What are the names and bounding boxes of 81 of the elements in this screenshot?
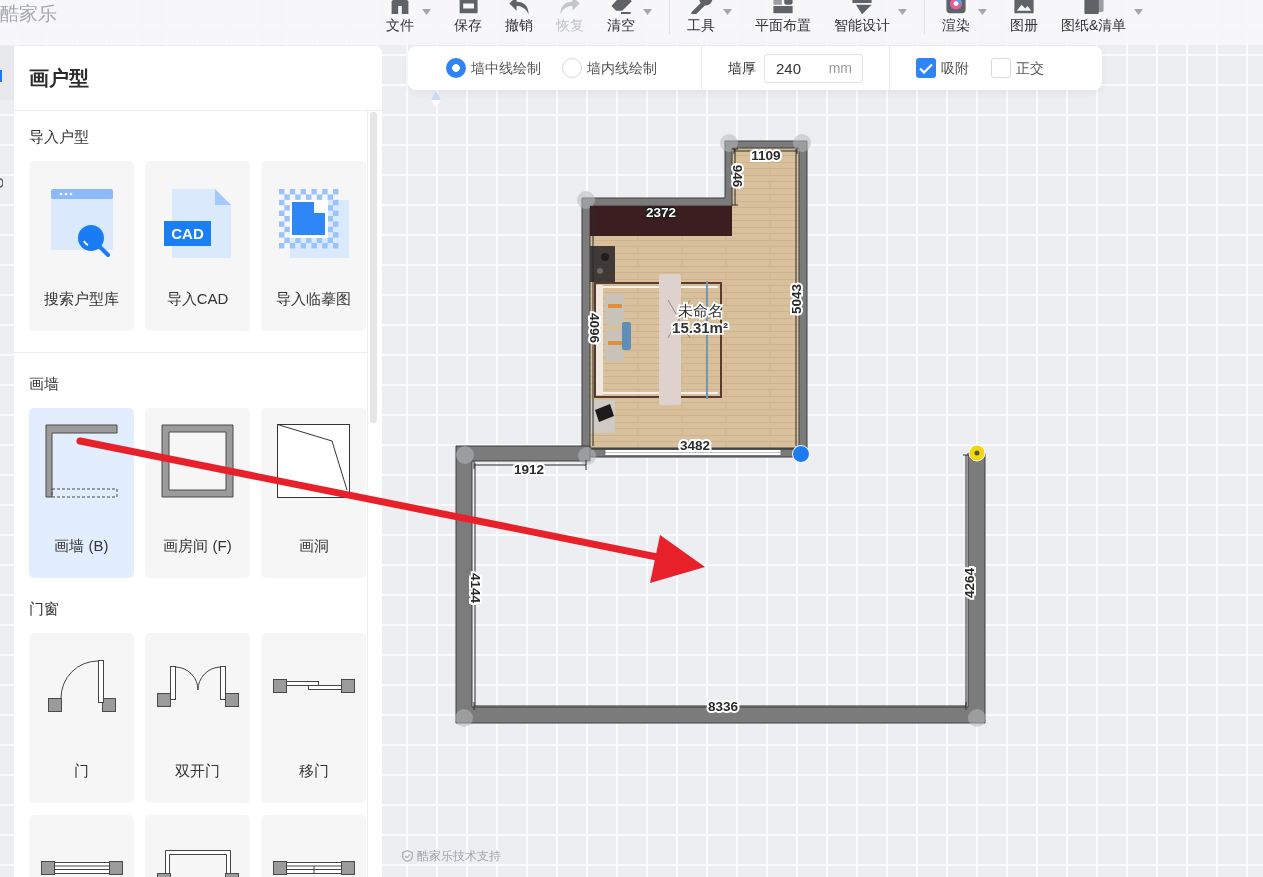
support-text: 酷家乐技术支持 <box>417 848 501 864</box>
eraser-icon <box>609 0 633 14</box>
toolbar-button[interactable]: 撤销 <box>505 0 533 34</box>
corner-handle-icon[interactable] <box>578 447 596 465</box>
document-icon <box>1081 0 1106 14</box>
check-icon <box>919 62 933 74</box>
rail-tab[interactable] <box>0 46 14 100</box>
window-icon <box>40 861 123 875</box>
corner-handle-icon[interactable] <box>456 446 474 464</box>
funnel-icon <box>850 0 874 14</box>
dimension-label: 1109 <box>751 147 781 163</box>
window-frame-icon <box>156 849 239 877</box>
layout-icon <box>771 0 795 14</box>
toolbar-button[interactable]: 保存 <box>454 0 482 34</box>
browser-search-icon <box>50 188 113 258</box>
checkbox-label[interactable]: 吸附 <box>941 58 969 78</box>
radio-button[interactable] <box>446 58 466 78</box>
toolbar-button[interactable]: 工具 <box>687 0 732 34</box>
endpoint-handle-icon[interactable] <box>792 445 810 463</box>
dimension-label: 4096 <box>586 313 602 343</box>
wall-corner-icon <box>45 424 118 498</box>
corner-handle-icon[interactable] <box>455 709 473 727</box>
undo-icon <box>507 0 531 14</box>
tool-card[interactable]: 导入临摹图 <box>261 161 366 331</box>
checkbox[interactable] <box>916 58 936 78</box>
rail-icon[interactable] <box>0 178 3 188</box>
dimension-label: 1912 <box>514 461 544 477</box>
square-frame-icon <box>161 424 234 498</box>
section-title: 导入户型 <box>29 127 90 147</box>
wrench-icon <box>689 0 713 14</box>
panel-title: 画户型 <box>29 66 90 91</box>
tool-card[interactable]: 移门 <box>261 633 366 803</box>
section-title: 画墙 <box>29 374 60 394</box>
dimension-label: 2372 <box>646 204 676 220</box>
radio-label[interactable]: 墙中线绘制 <box>471 58 541 78</box>
toolbar-button[interactable]: 文件 <box>386 0 431 34</box>
wardrobe[interactable] <box>590 206 732 236</box>
corner-handle-icon[interactable] <box>577 191 595 209</box>
tool-card[interactable]: CAD 导入CAD <box>145 161 250 331</box>
dimension-label: 946 <box>729 164 745 188</box>
toolbar-button[interactable]: 图册 <box>1010 0 1038 34</box>
section-title: 门窗 <box>29 599 60 619</box>
chair[interactable] <box>591 400 615 433</box>
logo: 酷家乐 <box>0 4 57 24</box>
checkbox[interactable] <box>991 58 1011 78</box>
redo-icon <box>558 0 582 14</box>
corner-handle-icon[interactable] <box>968 709 986 727</box>
sliding-door-icon <box>272 679 355 693</box>
cad-label: CAD <box>164 220 211 246</box>
checkbox-label[interactable]: 正交 <box>1016 58 1044 78</box>
toolbar-button[interactable]: 图纸&清单 <box>1061 0 1144 34</box>
tool-card[interactable]: 画房间 (F) <box>145 408 250 578</box>
radio-button[interactable] <box>562 58 582 78</box>
tool-card[interactable]: 双开门 <box>145 633 250 803</box>
thickness-field[interactable]: 240 mm <box>764 53 863 83</box>
radio-label[interactable]: 墙内线绘制 <box>587 58 657 78</box>
thickness-label: 墙厚 <box>728 59 756 78</box>
window[interactable] <box>604 449 782 456</box>
toolbar-button[interactable]: 渲染 <box>942 0 987 34</box>
picture-icon <box>1012 0 1036 14</box>
tool-card[interactable]: 搜索户型库 <box>29 161 134 331</box>
side-table[interactable] <box>590 246 615 282</box>
corner-handle-icon[interactable] <box>793 134 811 152</box>
double-door-icon <box>156 665 239 707</box>
toolbar-button[interactable]: 智能设计 <box>834 0 907 34</box>
tool-card[interactable]: 门 <box>29 633 134 803</box>
toolbar-button[interactable]: 平面布置 <box>755 0 811 34</box>
dimension-label: 4144 <box>467 573 483 603</box>
wall-opening-icon <box>277 424 350 498</box>
door-icon <box>47 660 116 712</box>
tool-card[interactable]: 画墙 (B) <box>29 408 134 578</box>
dimension-label: 4264 <box>961 568 977 598</box>
tool-card[interactable]: 画洞 <box>261 408 366 578</box>
checkered-image-icon <box>278 188 349 258</box>
shield-icon <box>402 850 413 862</box>
snap-point-icon[interactable] <box>968 444 986 462</box>
window-icon <box>272 861 355 875</box>
corner-handle-icon[interactable] <box>720 134 738 152</box>
dimension-label: 5043 <box>788 284 804 314</box>
scrollbar[interactable] <box>370 112 377 423</box>
toolbar-button[interactable]: 清空 <box>607 0 652 34</box>
